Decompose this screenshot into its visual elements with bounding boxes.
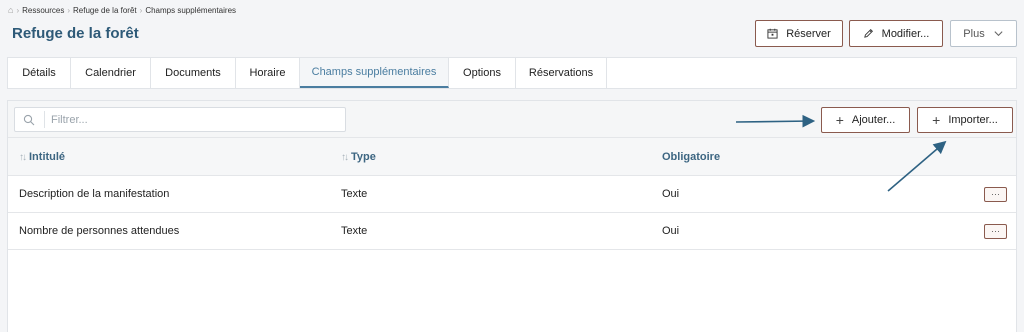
sort-icon: ↑↓: [19, 151, 27, 163]
cell-required: Oui: [662, 188, 680, 200]
calendar-icon: [767, 28, 778, 39]
tab-extra-fields[interactable]: Champs supplémentaires: [300, 58, 449, 88]
chevron-down-icon: [994, 31, 1003, 37]
cell-label: Nombre de personnes attendues: [19, 225, 180, 237]
import-button-label: Importer...: [948, 114, 998, 126]
cell-label: Description de la manifestation: [19, 188, 170, 200]
tab-options[interactable]: Options: [449, 58, 516, 88]
add-button-label: Ajouter...: [851, 114, 896, 126]
modify-button-label: Modifier...: [881, 27, 930, 40]
breadcrumb-item-ressources[interactable]: Ressources: [22, 6, 64, 15]
search-box: [14, 107, 346, 132]
chevron-right-icon: ›: [67, 5, 71, 15]
home-icon[interactable]: ⌂: [8, 5, 13, 15]
sort-icon: ↑↓: [341, 151, 349, 163]
breadcrumb: ⌂ › Ressources › Refuge de la forêt › Ch…: [8, 5, 236, 15]
pencil-icon: [863, 29, 873, 38]
table-row[interactable]: Description de la manifestation Texte Ou…: [8, 176, 1016, 213]
tab-documents[interactable]: Documents: [151, 58, 236, 88]
table-row[interactable]: Nombre de personnes attendues Texte Oui …: [8, 213, 1016, 250]
page-title: Refuge de la forêt: [12, 25, 139, 42]
chevron-right-icon: ›: [16, 5, 20, 15]
toolbar: + Ajouter... + Importer...: [8, 101, 1016, 138]
row-actions-button[interactable]: ···: [984, 187, 1007, 202]
reserve-button-label: Réserver: [786, 27, 831, 40]
extra-fields-panel: + Ajouter... + Importer... ↑↓ Intitulé ↑…: [7, 100, 1017, 332]
tab-schedule[interactable]: Horaire: [236, 58, 300, 88]
tab-calendar[interactable]: Calendrier: [71, 58, 151, 88]
tab-bar: Détails Calendrier Documents Horaire Cha…: [7, 57, 1017, 89]
row-actions-button[interactable]: ···: [984, 224, 1007, 239]
column-header-required: Obligatoire: [662, 151, 721, 163]
table-header: ↑↓ Intitulé ↑↓ Type Obligatoire: [8, 138, 1016, 176]
cell-type: Texte: [341, 188, 368, 200]
add-button[interactable]: + Ajouter...: [821, 107, 910, 133]
more-dropdown-button[interactable]: Plus: [950, 20, 1017, 47]
cell-required: Oui: [662, 225, 680, 237]
plus-icon: +: [932, 112, 941, 128]
breadcrumb-item-current: Champs supplémentaires: [145, 5, 237, 15]
import-button[interactable]: + Importer...: [917, 107, 1013, 133]
breadcrumb-item-refuge[interactable]: Refuge de la forêt: [73, 6, 137, 15]
search-icon: [23, 114, 35, 126]
chevron-right-icon: ›: [139, 5, 143, 15]
reserve-button[interactable]: Réserver: [755, 20, 843, 47]
plus-icon: +: [835, 112, 844, 128]
cell-type: Texte: [341, 225, 368, 237]
column-header-label[interactable]: ↑↓ Intitulé: [19, 151, 65, 163]
search-input[interactable]: [51, 111, 336, 128]
search-divider: [44, 111, 45, 128]
modify-button[interactable]: Modifier...: [849, 20, 943, 47]
tab-reservations[interactable]: Réservations: [516, 58, 607, 88]
column-header-type[interactable]: ↑↓ Type: [341, 151, 376, 163]
more-button-label: Plus: [963, 27, 985, 40]
tab-details[interactable]: Détails: [8, 58, 71, 88]
